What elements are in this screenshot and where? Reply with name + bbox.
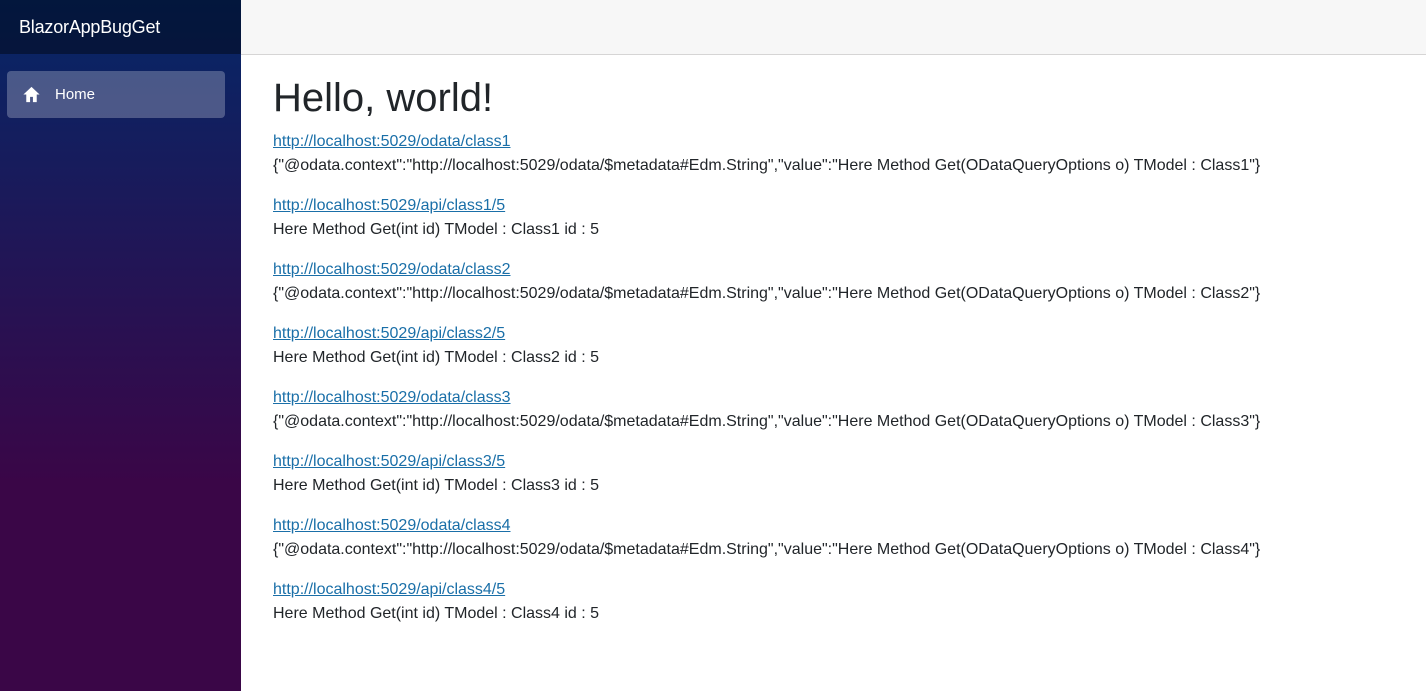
- sidebar: BlazorAppBugGet Home: [0, 0, 241, 691]
- content: Hello, world! http://localhost:5029/odat…: [241, 55, 1426, 642]
- list-item: http://localhost:5029/odata/class4 {"@od…: [273, 514, 1394, 562]
- list-item: http://localhost:5029/api/class3/5 Here …: [273, 450, 1394, 498]
- brand-link[interactable]: BlazorAppBugGet: [19, 17, 160, 38]
- endpoint-result: Here Method Get(int id) TModel : Class3 …: [273, 477, 600, 494]
- endpoint-link[interactable]: http://localhost:5029/api/class3/5: [273, 450, 505, 474]
- endpoint-result: {"@odata.context":"http://localhost:5029…: [273, 413, 1261, 430]
- list-item: http://localhost:5029/api/class1/5 Here …: [273, 194, 1394, 242]
- endpoint-link[interactable]: http://localhost:5029/api/class4/5: [273, 578, 505, 602]
- endpoint-link[interactable]: http://localhost:5029/odata/class1: [273, 130, 511, 154]
- endpoint-result: Here Method Get(int id) TModel : Class2 …: [273, 349, 600, 366]
- list-item: http://localhost:5029/api/class4/5 Here …: [273, 578, 1394, 626]
- endpoint-result: Here Method Get(int id) TModel : Class4 …: [273, 605, 600, 622]
- endpoint-result: Here Method Get(int id) TModel : Class1 …: [273, 221, 600, 238]
- list-item: http://localhost:5029/odata/class2 {"@od…: [273, 258, 1394, 306]
- endpoint-link[interactable]: http://localhost:5029/odata/class2: [273, 258, 511, 282]
- list-item: http://localhost:5029/odata/class1 {"@od…: [273, 130, 1394, 178]
- endpoint-link[interactable]: http://localhost:5029/api/class2/5: [273, 322, 505, 346]
- endpoint-result: {"@odata.context":"http://localhost:5029…: [273, 285, 1261, 302]
- nav-item-label: Home: [55, 86, 96, 103]
- endpoint-result: {"@odata.context":"http://localhost:5029…: [273, 541, 1261, 558]
- endpoint-link[interactable]: http://localhost:5029/odata/class4: [273, 514, 511, 538]
- top-row: [241, 0, 1426, 55]
- endpoint-link[interactable]: http://localhost:5029/api/class1/5: [273, 194, 505, 218]
- list-item: http://localhost:5029/odata/class3 {"@od…: [273, 386, 1394, 434]
- brand-bar: BlazorAppBugGet: [0, 0, 241, 54]
- page-title: Hello, world!: [273, 76, 494, 120]
- app-shell: BlazorAppBugGet Home Hello, world! http:…: [0, 0, 1426, 691]
- list-item: http://localhost:5029/api/class2/5 Here …: [273, 322, 1394, 370]
- nav-menu: Home: [0, 54, 241, 118]
- endpoint-result: {"@odata.context":"http://localhost:5029…: [273, 157, 1261, 174]
- nav-item-home[interactable]: Home: [7, 71, 225, 118]
- main-area: Hello, world! http://localhost:5029/odat…: [241, 0, 1426, 691]
- home-icon: [22, 85, 41, 104]
- endpoint-link[interactable]: http://localhost:5029/odata/class3: [273, 386, 511, 410]
